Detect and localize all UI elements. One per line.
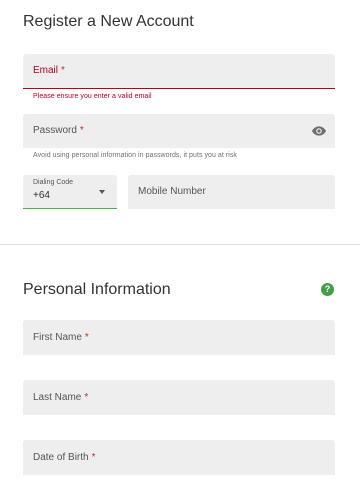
mobile-number-placeholder: Mobile Number: [138, 186, 206, 197]
dialing-code-select[interactable]: Dialing Code +64: [23, 175, 117, 209]
password-hint-text: Avoid using personal information in pass…: [33, 152, 237, 159]
email-error-text: Please ensure you enter a valid email: [33, 93, 152, 100]
last-name-field[interactable]: Last Name *: [23, 380, 335, 415]
password-label: Password *: [33, 125, 84, 136]
help-icon[interactable]: ?: [321, 283, 334, 296]
register-title: Register a New Account: [23, 13, 194, 30]
mobile-number-input[interactable]: Mobile Number: [128, 175, 335, 209]
email-field[interactable]: Email *: [23, 54, 335, 89]
dialing-code-label: Dialing Code: [33, 179, 74, 186]
password-field[interactable]: Password *: [23, 114, 335, 148]
eye-icon[interactable]: [311, 123, 327, 139]
last-name-label: Last Name *: [33, 392, 89, 403]
section-divider: [0, 244, 360, 245]
first-name-label: First Name *: [33, 332, 89, 343]
date-of-birth-label: Date of Birth *: [33, 452, 96, 463]
chevron-down-icon: [99, 190, 105, 194]
email-label: Email *: [33, 65, 65, 76]
personal-info-title: Personal Information: [23, 281, 171, 298]
date-of-birth-field[interactable]: Date of Birth *: [23, 440, 335, 475]
dialing-code-value: +64: [33, 190, 50, 201]
first-name-field[interactable]: First Name *: [23, 320, 335, 355]
